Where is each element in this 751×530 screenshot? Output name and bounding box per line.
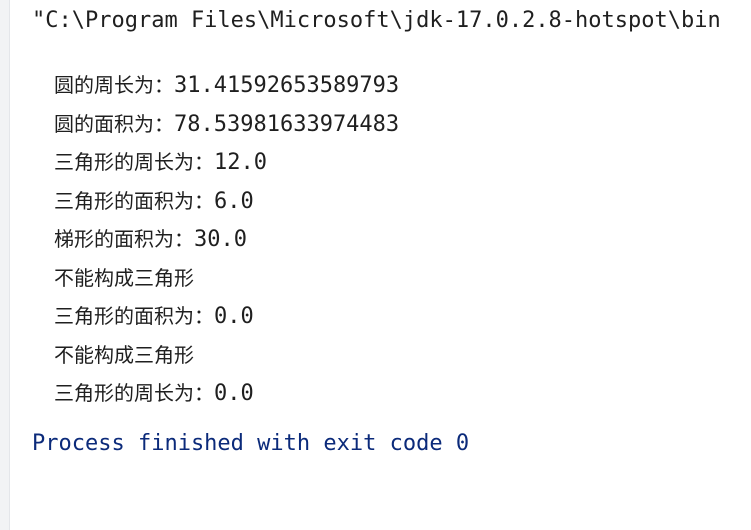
- output-value: 30.0: [194, 227, 247, 252]
- run-console: "C:\Program Files\Microsoft\jdk-17.0.2.8…: [0, 0, 751, 530]
- output-value: 0.0: [214, 304, 254, 329]
- command-line: "C:\Program Files\Microsoft\jdk-17.0.2.8…: [32, 8, 721, 33]
- output-line: 三角形的周长为：0.0: [32, 354, 254, 433]
- console-gutter: [0, 0, 10, 530]
- output-value: 0.0: [214, 381, 254, 406]
- exit-status-line: Process finished with exit code 0: [32, 431, 470, 456]
- output-label: 三角形的周长为：: [54, 381, 214, 405]
